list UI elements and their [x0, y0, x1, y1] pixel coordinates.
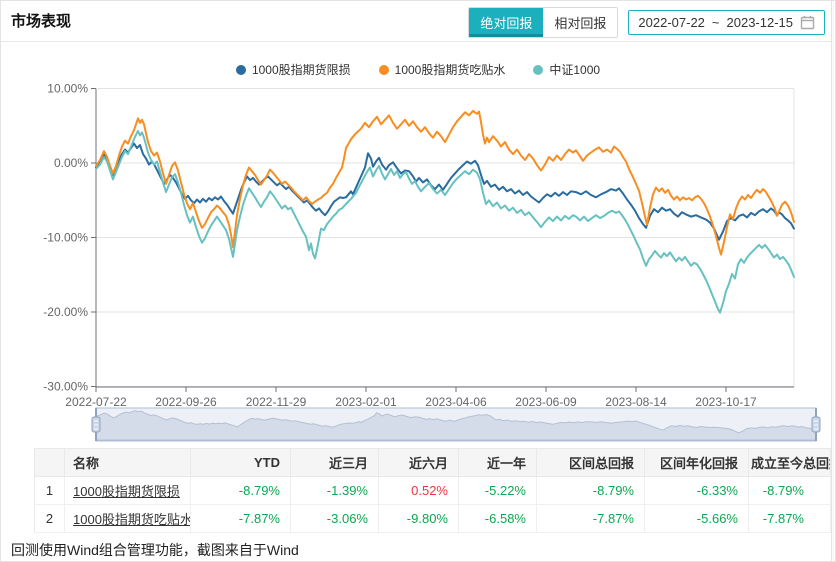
- return-value-cell: 0.52%: [378, 476, 459, 505]
- relative-return-button[interactable]: 相对回报: [543, 8, 618, 37]
- return-value-cell: -6.33%: [644, 476, 749, 505]
- portfolio-name-cell: 1000股指期货限损: [64, 476, 191, 505]
- portfolio-name-link[interactable]: 1000股指期货限损: [73, 484, 180, 499]
- return-value-cell: -8.79%: [748, 476, 831, 505]
- table-header-3: 近六月: [378, 448, 459, 477]
- return-value-cell: -9.80%: [378, 504, 459, 533]
- return-value-cell: -7.87%: [536, 504, 645, 533]
- header-controls: 绝对回报 相对回报 2022-07-22 ~ 2023-12-15: [468, 7, 825, 38]
- table-header-6: 区间年化回报: [644, 448, 749, 477]
- page-title: 市场表现: [11, 13, 72, 30]
- table-header-1: YTD: [190, 448, 291, 477]
- date-end-value[interactable]: 2023-12-15: [727, 15, 794, 30]
- x-axis-label: 2023-02-01: [335, 395, 397, 409]
- x-axis-label: 2022-07-22: [65, 395, 127, 409]
- x-axis-label: 2023-08-14: [605, 395, 667, 409]
- return-value-cell: -8.79%: [536, 476, 645, 505]
- date-range-picker[interactable]: 2022-07-22 ~ 2023-12-15: [628, 10, 825, 35]
- x-axis-label: 2023-10-17: [695, 395, 757, 409]
- table-header-index: [34, 448, 65, 477]
- table-header-7: 成立至今总回报: [748, 448, 831, 477]
- legend-dot-icon: [235, 64, 246, 75]
- date-start-value[interactable]: 2022-07-22: [638, 15, 705, 30]
- table-header-2: 近三月: [290, 448, 379, 477]
- table-header-5: 区间总回报: [536, 448, 645, 477]
- series-line-2: [95, 130, 795, 314]
- y-axis-label: 0.00%: [54, 156, 88, 170]
- return-value-cell: -7.87%: [748, 504, 831, 533]
- x-axis-label: 2023-04-06: [425, 395, 487, 409]
- return-value-cell: -8.79%: [190, 476, 291, 505]
- row-index: 2: [34, 504, 65, 533]
- row-index: 1: [34, 476, 65, 505]
- return-value-cell: -1.39%: [290, 476, 379, 505]
- table-row: 1 1000股指期货限损 -8.79% -1.39% 0.52% -5.22% -8.79%…: [34, 476, 831, 505]
- series-line-1: [95, 109, 795, 256]
- return-value-cell: -6.58%: [458, 504, 537, 533]
- y-axis-label: -20.00%: [43, 305, 88, 319]
- portfolio-name-link[interactable]: 1000股指期货吃贴水: [73, 512, 190, 527]
- table-header-row: 名称YTD近三月近六月近一年区间总回报区间年化回报成立至今总回报: [34, 448, 831, 477]
- legend-dot-icon: [378, 64, 389, 75]
- absolute-return-button[interactable]: 绝对回报: [469, 8, 544, 37]
- y-axis-label: 10.00%: [47, 82, 88, 96]
- x-axis-label: 2022-11-29: [246, 395, 307, 409]
- table-row: 2 1000股指期货吃贴水 -7.87% -3.06% -9.80% -6.58% -7.8…: [34, 504, 831, 533]
- portfolio-name-cell: 1000股指期货吃贴水: [64, 504, 191, 533]
- market-performance-panel: 市场表现 绝对回报 相对回报 2022-07-22 ~ 2023-12-15 1…: [0, 0, 836, 562]
- window-scrollbar[interactable]: [831, 1, 835, 561]
- footer-note: 回测使用Wind组合管理功能，截图来自于Wind: [11, 542, 299, 558]
- y-axis-label: -10.00%: [43, 231, 88, 245]
- legend-dot-icon: [533, 64, 544, 75]
- table-header-0: 名称: [64, 448, 191, 477]
- x-axis-label: 2023-06-09: [515, 395, 577, 409]
- performance-table: 名称YTD近三月近六月近一年区间总回报区间年化回报成立至今总回报 1 1000股指…: [34, 448, 831, 533]
- return-value-cell: -7.87%: [190, 504, 291, 533]
- y-axis-label: -30.00%: [43, 380, 88, 394]
- calendar-icon[interactable]: [800, 15, 815, 30]
- table-header-4: 近一年: [458, 448, 537, 477]
- x-axis-label: 2022-09-26: [155, 395, 217, 409]
- return-mode-toggle: 绝对回报 相对回报: [468, 7, 619, 38]
- performance-chart[interactable]: 10.00% 0.00% -10.00% -20.00% -30.00%2022-07-…: [1, 76, 836, 448]
- return-value-cell: -5.66%: [644, 504, 749, 533]
- return-value-cell: -5.22%: [458, 476, 537, 505]
- return-value-cell: -3.06%: [290, 504, 379, 533]
- panel-header: 市场表现 绝对回报 相对回报 2022-07-22 ~ 2023-12-15: [1, 1, 835, 42]
- date-separator: ~: [711, 15, 720, 30]
